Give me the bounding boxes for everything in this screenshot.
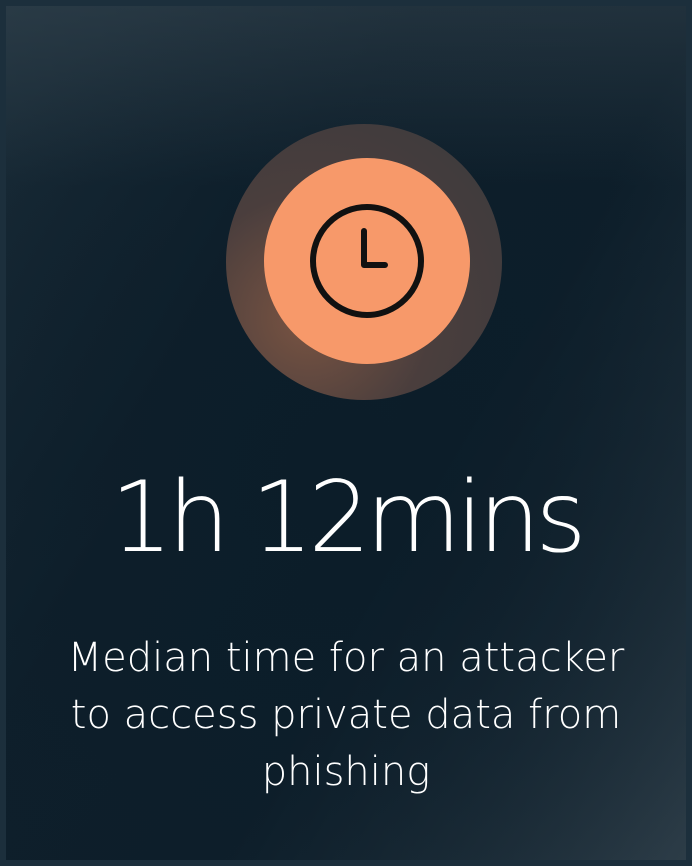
clock-icon [310,204,424,318]
stat-card: 1h 12mins Median time for an attacker to… [0,0,692,866]
stat-value: 1h 12mins [110,461,586,575]
stat-caption: Median time for an attacker to access pr… [67,635,625,795]
icon-badge [264,158,470,364]
